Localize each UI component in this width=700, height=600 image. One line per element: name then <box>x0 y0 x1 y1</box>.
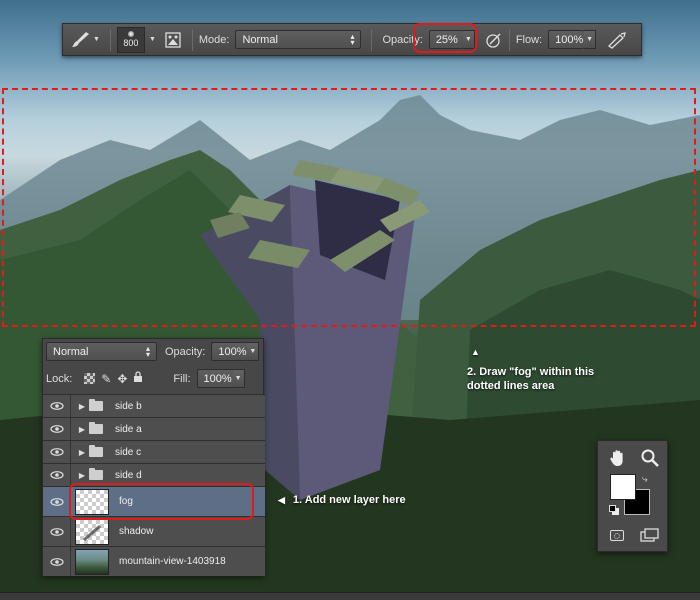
tablet-pressure-opacity-icon[interactable] <box>485 31 503 49</box>
layer-name: side d <box>115 469 142 481</box>
layer-row-side-b[interactable]: ▶ side b <box>43 394 265 417</box>
layer-name: shadow <box>119 526 154 537</box>
layer-row-mountain-view[interactable]: mountain-view-1403918 <box>43 546 265 576</box>
layer-name: side a <box>115 423 142 435</box>
step2-note: ▲ 2. Draw "fog" within this dotted lines… <box>467 345 594 393</box>
layer-opacity-dropdown[interactable]: ▼ <box>247 342 260 361</box>
default-colors-icon[interactable] <box>609 505 616 512</box>
swap-colors-icon[interactable]: ⤷ <box>642 474 648 485</box>
eye-icon[interactable] <box>43 547 71 576</box>
eye-icon[interactable] <box>43 517 71 546</box>
fog-draw-area <box>2 88 696 327</box>
eye-icon[interactable] <box>43 441 71 463</box>
eye-icon[interactable] <box>43 464 71 486</box>
fill-label: Fill: <box>173 372 191 385</box>
layer-name: mountain-view-1403918 <box>119 556 226 567</box>
flow-label: Flow: <box>515 33 543 46</box>
mode-value: Normal <box>242 33 278 46</box>
hand-icon[interactable] <box>608 448 628 471</box>
layer-row-side-c[interactable]: ▶ side c <box>43 440 265 463</box>
step1-note: ◀ 1. Add new layer here <box>278 493 406 507</box>
lock-position-icon[interactable]: ✥ <box>117 372 127 386</box>
foreground-color-swatch[interactable] <box>610 474 636 500</box>
folder-icon <box>89 399 103 411</box>
flow-field[interactable]: 100% <box>548 30 585 49</box>
updown-icon: ▴ ▾ <box>350 31 355 47</box>
blend-mode-value: Normal <box>53 345 89 358</box>
expand-arrow-icon[interactable]: ▶ <box>75 402 89 411</box>
zoom-icon[interactable] <box>640 448 660 471</box>
layer-opacity-field[interactable]: 100% <box>211 342 248 361</box>
step1-arrow: ◀ <box>278 495 285 505</box>
brush-icon[interactable] <box>69 30 91 50</box>
flow-value: 100% <box>555 33 584 46</box>
layer-thumbnail <box>75 548 109 575</box>
folder-icon <box>89 468 103 480</box>
mode-select[interactable]: Normal ▴ ▾ <box>235 30 362 49</box>
folder-icon <box>89 422 103 434</box>
tools-panel: ⤷ <box>597 440 668 552</box>
lock-label: Lock: <box>46 372 73 385</box>
brush-options-bar: ▼ 800 ▼ Mode: Normal ▴ ▾ Opacity: 25% ▼ F… <box>62 23 642 56</box>
layer-thumbnail <box>75 518 109 545</box>
folder-icon <box>89 445 103 457</box>
expand-arrow-icon[interactable]: ▶ <box>75 448 89 457</box>
updown-icon: ▴ ▾ <box>145 343 150 359</box>
airbrush-icon[interactable] <box>606 31 628 49</box>
brush-size-preview[interactable]: 800 <box>116 26 145 53</box>
tool-preset-dropdown[interactable]: ▼ <box>93 36 100 43</box>
layer-name: side b <box>115 400 142 412</box>
fill-field[interactable]: 100% <box>196 369 233 388</box>
step2-line1: 2. Draw "fog" within this <box>467 366 595 378</box>
brush-picker-dropdown[interactable]: ▼ <box>149 36 156 43</box>
step2-arrow: ▲ <box>471 347 480 357</box>
lock-transparent-icon[interactable] <box>84 373 96 384</box>
lock-all-icon[interactable] <box>133 371 143 386</box>
step2-line2: dotted lines area <box>467 380 555 392</box>
expand-arrow-icon[interactable]: ▶ <box>75 425 89 434</box>
expand-arrow-icon[interactable]: ▶ <box>75 471 89 480</box>
mode-label: Mode: <box>198 33 230 46</box>
layer-opacity-label: Opacity: <box>165 345 206 358</box>
flow-dropdown[interactable]: ▼ <box>584 30 597 49</box>
eye-icon[interactable] <box>43 487 71 516</box>
layer-row-shadow[interactable]: shadow <box>43 516 265 546</box>
quick-mask-icon[interactable] <box>610 530 624 541</box>
screen-mode-icon[interactable] <box>640 528 660 545</box>
eye-icon[interactable] <box>43 395 71 417</box>
eye-icon[interactable] <box>43 418 71 440</box>
bottom-strip <box>0 592 700 600</box>
lock-image-icon[interactable]: ✎ <box>101 372 111 386</box>
fill-dropdown[interactable]: ▼ <box>232 369 245 388</box>
layer-opacity-value: 100% <box>218 345 247 358</box>
brush-panel-icon[interactable] <box>164 31 182 49</box>
layer-row-side-a[interactable]: ▶ side a <box>43 417 265 440</box>
fill-value: 100% <box>203 372 232 385</box>
blend-mode-select[interactable]: Normal ▴ ▾ <box>46 342 157 361</box>
layer-name: side c <box>115 446 142 458</box>
brush-size-value: 800 <box>123 38 139 48</box>
fog-layer-highlight <box>69 483 254 520</box>
step1-text: 1. Add new layer here <box>292 494 406 506</box>
opacity-highlight <box>413 23 477 53</box>
layers-panel: Normal ▴ ▾ Opacity: 100% ▼ Lock: ✎ ✥ Fill… <box>42 338 265 576</box>
